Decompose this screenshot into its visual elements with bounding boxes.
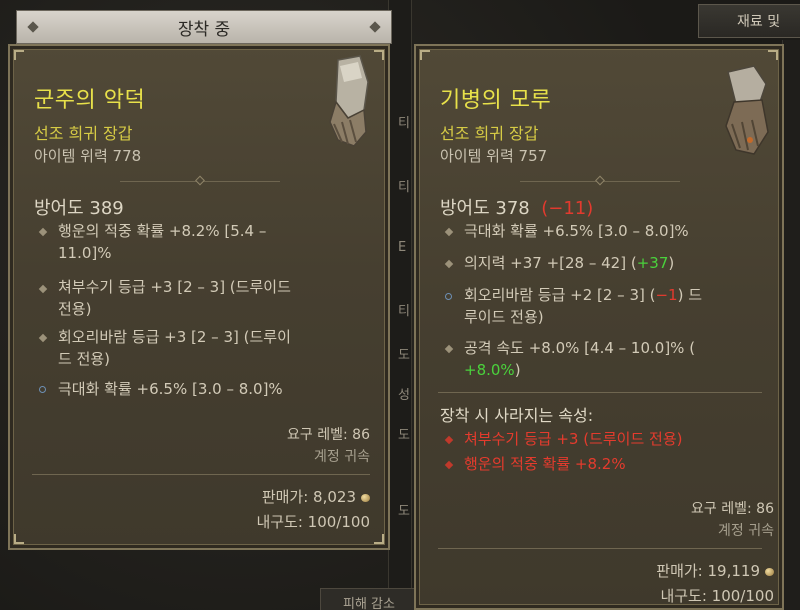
materials-button[interactable]: 재료 및: [698, 4, 800, 38]
sell-value: 판매가: 8,023: [262, 486, 370, 507]
divider: [438, 548, 762, 549]
lost-affix-bullet-icon: [444, 435, 454, 445]
bg-letter: 도: [398, 348, 410, 363]
affix-line: 11.0]%: [58, 244, 112, 262]
lost-affix-bullet-icon: [444, 460, 454, 470]
lost-affix-line: 쳐부수기 등급 +3 (드루이드 전용): [464, 430, 683, 448]
affix-line: 회오리바람 등급 +3 [2 – 3] (드루이: [58, 328, 291, 346]
affix-bullet-icon: [444, 259, 454, 269]
gold-icon: [361, 493, 370, 502]
bg-letter: 성: [398, 388, 410, 403]
lost-affixes-header: 장착 시 사라지는 속성:: [440, 406, 594, 425]
affix-line: 극대화 확률 +6.5% [3.0 – 8.0]%: [58, 380, 283, 398]
background-right-edge: [782, 40, 800, 610]
item-name: 군주의 악덕: [34, 88, 146, 113]
account-bound: 계정 귀속: [718, 523, 774, 539]
item-power: 아이템 위력 778: [34, 147, 142, 165]
equipped-item-tooltip: 군주의 악덕 선조 희귀 장갑 아이템 위력 778 방어도 389 행운의 적…: [8, 44, 390, 550]
required-level: 요구 레벨: 86: [287, 427, 370, 443]
account-bound: 계정 귀속: [314, 449, 370, 465]
header-gem-icon: [27, 21, 39, 33]
affix-bullet-icon: [38, 333, 48, 343]
item-name: 기병의 모루: [440, 88, 552, 113]
implicit-bullet-icon: [445, 293, 452, 300]
affix-line: 극대화 확률 +6.5% [3.0 – 8.0]%: [464, 222, 689, 240]
equipped-header: 장착 중: [16, 10, 392, 44]
divider: [520, 175, 680, 186]
affix-bullet-icon: [38, 227, 48, 237]
affix-bullet-icon: [444, 344, 454, 354]
divider: [32, 474, 370, 475]
bg-letter: 티: [398, 180, 410, 195]
affix-line: 공격 속도 +8.0% [4.4 – 10.0]% (: [464, 339, 696, 357]
header-gem-icon: [369, 21, 381, 33]
bg-letter: Ε: [398, 240, 407, 255]
affix-line: 쳐부수기 등급 +3 [2 – 3] (드루이드: [58, 278, 291, 296]
bg-letter: 티: [398, 116, 410, 131]
divider: [438, 392, 762, 393]
affix-line: 행운의 적중 확률 +8.2% [5.4 –: [58, 222, 267, 240]
item-power: 아이템 위력 757: [440, 147, 548, 165]
affix-bullet-icon: [444, 227, 454, 237]
bg-letter: 티: [398, 304, 410, 319]
affix-line: 루이드 전용): [464, 308, 544, 326]
compare-item-tooltip: 기병의 모루 선조 희귀 장갑 아이템 위력 757 방어도 378 (−11)…: [414, 44, 784, 610]
gauntlet-icon: [725, 65, 769, 155]
item-type: 선조 희귀 장갑: [440, 124, 539, 143]
lost-affix-line: 행운의 적중 확률 +8.2%: [464, 455, 626, 473]
sell-value: 판매가: 19,119: [656, 560, 774, 581]
required-level: 요구 레벨: 86: [691, 501, 774, 517]
armor-value: 방어도 378 (−11): [440, 198, 594, 219]
equipped-label: 장착 중: [177, 19, 231, 40]
affix-bullet-icon: [38, 284, 48, 294]
durability: 내구도: 100/100: [256, 513, 370, 531]
gold-icon: [765, 567, 774, 576]
bg-letter: 도: [398, 504, 410, 519]
affix-line: 회오리바람 등급 +2 [2 – 3] (−1) 드: [464, 286, 703, 304]
armor-diff: (−11): [541, 198, 594, 219]
gauntlet-icon: [329, 55, 369, 147]
item-type: 선조 희귀 장갑: [34, 124, 133, 143]
affix-line: 전용): [58, 300, 92, 318]
armor-value: 방어도 389: [34, 198, 124, 219]
durability: 내구도: 100/100: [660, 587, 774, 605]
bg-letter: 도: [398, 428, 410, 443]
divider: [120, 175, 280, 186]
affix-line: 드 전용): [58, 350, 111, 368]
affix-line: 의지력 +37 +[28 – 42] (+37): [464, 254, 675, 272]
implicit-bullet-icon: [39, 386, 46, 393]
affix-line: +8.0%): [464, 361, 521, 379]
